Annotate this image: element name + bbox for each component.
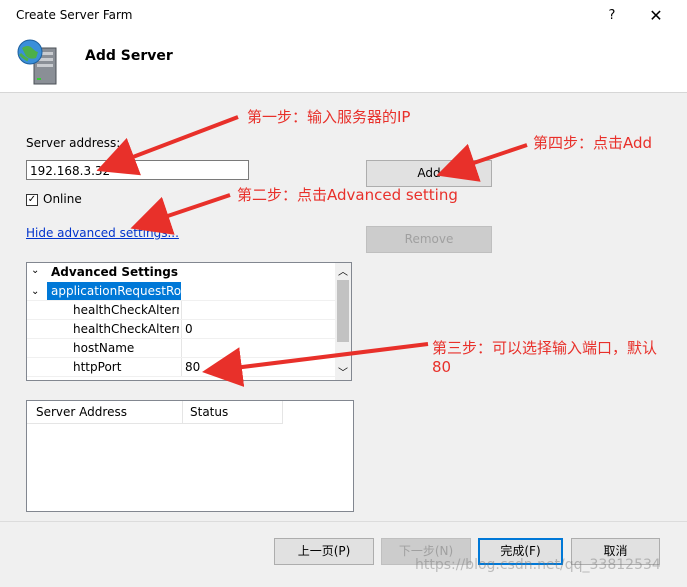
annotation-step3-line1: 第三步：可以选择输入端口，默认 bbox=[432, 339, 658, 357]
annotation-step4: 第四步：点击Add bbox=[533, 134, 653, 152]
arrow-step3 bbox=[202, 342, 429, 387]
arrow-step4 bbox=[436, 143, 528, 182]
annotation-arrows bbox=[96, 115, 528, 387]
annotation-step1: 第一步：输入服务器的IP bbox=[247, 108, 411, 126]
arrow-step1 bbox=[96, 115, 239, 176]
annotation-step3-line2: 80 bbox=[432, 358, 452, 376]
arrow-step2 bbox=[130, 193, 231, 235]
annotation-step2: 第二步：点击Advanced setting bbox=[237, 186, 458, 204]
watermark: https://blog.csdn.net/qq_33812534 bbox=[415, 557, 661, 573]
